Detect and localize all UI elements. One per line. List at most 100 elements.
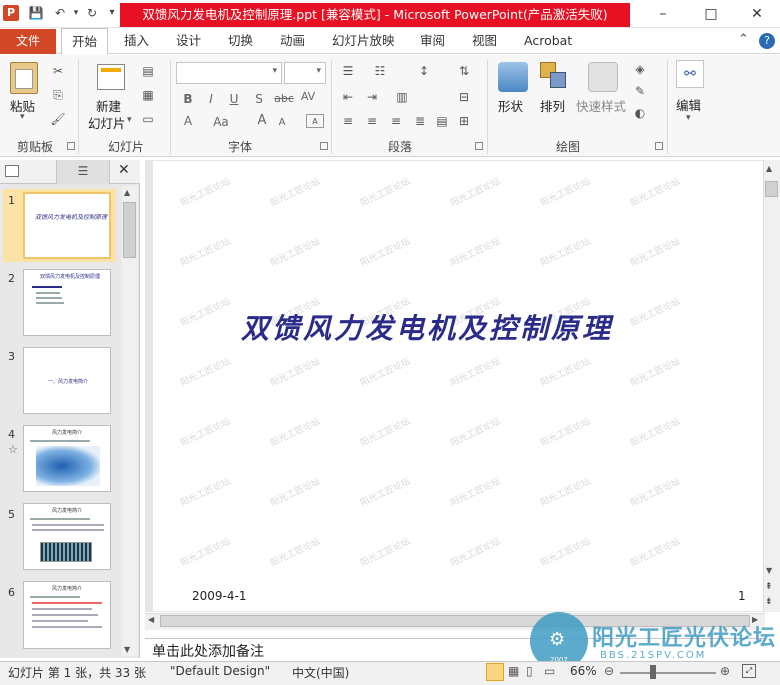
slide-thumbnail-4[interactable]: 风力发电简介 xyxy=(23,425,111,492)
reading-view-icon[interactable]: ▯ xyxy=(526,664,533,678)
scroll-down-icon[interactable]: ▼ xyxy=(124,645,130,654)
slide-thumbnail-2[interactable]: 双馈风力发电机及控制原理 xyxy=(23,269,111,336)
font-color-icon[interactable]: A xyxy=(180,114,196,128)
zoom-level[interactable]: 66% xyxy=(570,664,597,678)
undo-icon[interactable]: ↶ xyxy=(52,5,68,21)
editing-dropdown-icon[interactable]: ▾ xyxy=(686,113,691,123)
justify-icon[interactable]: ≣ xyxy=(412,114,428,128)
shape-outline-icon[interactable]: ✎ xyxy=(632,84,648,98)
tab-slideshow[interactable]: 幻灯片放映 xyxy=(322,28,405,54)
save-icon[interactable]: 💾 xyxy=(28,5,44,21)
bold-icon[interactable]: B xyxy=(180,92,196,106)
tab-transitions[interactable]: 切换 xyxy=(218,28,263,54)
bullets-icon[interactable]: ☰ xyxy=(340,64,356,78)
normal-view-icon[interactable] xyxy=(486,663,504,681)
paste-dropdown-icon[interactable]: ▾ xyxy=(20,112,25,122)
notes-placeholder[interactable]: 单击此处添加备注 xyxy=(152,641,264,661)
scroll-left-icon[interactable]: ◀ xyxy=(148,615,154,624)
shapes-icon[interactable] xyxy=(498,62,528,92)
customize-quick-access-icon[interactable]: ▾ xyxy=(104,5,120,21)
zoom-slider-handle[interactable] xyxy=(650,665,656,679)
tab-insert[interactable]: 插入 xyxy=(114,28,159,54)
tab-view[interactable]: 视图 xyxy=(462,28,507,54)
grow-font-icon[interactable]: A xyxy=(254,114,270,128)
slide-thumbnail-3[interactable]: 一、风力发电简介 xyxy=(23,347,111,414)
slide-thumbnail-6[interactable]: 风力发电简介 xyxy=(23,581,111,649)
convert-smartart-icon[interactable]: ⊞ xyxy=(456,114,472,128)
align-left-icon[interactable]: ≡ xyxy=(340,114,356,128)
paragraph-launcher-icon[interactable] xyxy=(475,142,483,150)
arrange-icon[interactable] xyxy=(540,62,568,90)
close-panel-icon[interactable]: ✕ xyxy=(118,162,130,178)
align-center-icon[interactable]: ≡ xyxy=(364,114,380,128)
underline-icon[interactable]: U xyxy=(226,92,242,106)
editing-button-label[interactable]: 编辑 xyxy=(676,95,701,114)
next-slide-icon[interactable]: ⇟ xyxy=(765,598,773,607)
drawing-launcher-icon[interactable] xyxy=(655,142,663,150)
strikethrough-icon[interactable]: abc xyxy=(272,92,296,106)
slide-title[interactable]: 双馈风力发电机及控制原理 xyxy=(241,307,613,347)
shrink-font-icon[interactable]: A xyxy=(274,116,290,130)
tab-review[interactable]: 审阅 xyxy=(410,28,455,54)
quick-styles-icon[interactable] xyxy=(588,62,618,92)
copy-icon[interactable]: ⎘ xyxy=(50,88,66,102)
tab-file[interactable]: 文件 xyxy=(0,29,56,54)
decrease-indent-icon[interactable]: ⇤ xyxy=(340,90,356,104)
slideshow-view-icon[interactable]: ▭ xyxy=(544,664,555,678)
text-shadow-icon[interactable]: S xyxy=(251,92,267,106)
new-slide-icon[interactable] xyxy=(97,64,125,90)
arrange-button-label[interactable]: 排列 xyxy=(540,96,565,115)
line-spacing-icon[interactable]: ↕ xyxy=(416,64,432,78)
collapse-ribbon-icon[interactable]: ⌃ xyxy=(738,32,749,47)
new-slide-dropdown-icon[interactable]: ▾ xyxy=(127,115,132,125)
scroll-up-icon[interactable]: ▲ xyxy=(766,164,772,173)
slide-vertical-scrollbar[interactable] xyxy=(763,160,780,612)
clipboard-launcher-icon[interactable] xyxy=(67,142,75,150)
previous-slide-icon[interactable]: ⇞ xyxy=(765,583,773,592)
numbering-icon[interactable]: ☷ xyxy=(372,64,388,78)
tab-acrobat[interactable]: Acrobat xyxy=(514,28,582,54)
zoom-slider-track[interactable] xyxy=(620,672,716,674)
fit-to-window-icon[interactable]: ⤢ xyxy=(742,664,756,678)
status-language[interactable]: 中文(中国) xyxy=(292,664,349,681)
find-binoculars-icon[interactable]: ⚯ xyxy=(676,60,704,88)
powerpoint-app-icon[interactable]: P xyxy=(3,5,19,21)
font-launcher-icon[interactable] xyxy=(320,142,328,150)
outline-tab-icon[interactable]: ☰ xyxy=(56,160,110,184)
tab-animations[interactable]: 动画 xyxy=(270,28,315,54)
scroll-up-icon[interactable]: ▲ xyxy=(124,188,130,197)
status-theme[interactable]: "Default Design" xyxy=(170,664,270,678)
slide-page-number[interactable]: 1 xyxy=(738,589,746,603)
text-direction-icon[interactable]: ⇅ xyxy=(456,64,472,78)
slide-thumbnail-5[interactable]: 风力发电简介 xyxy=(23,503,111,570)
shapes-button-label[interactable]: 形状 xyxy=(498,96,523,115)
character-spacing-icon[interactable]: AV xyxy=(298,90,318,104)
shape-effects-icon[interactable]: ◐ xyxy=(632,106,648,120)
maximize-button[interactable]: □ xyxy=(688,0,734,28)
tab-home[interactable]: 开始 xyxy=(61,28,109,55)
layout-icon[interactable]: ▤ xyxy=(140,64,156,78)
new-slide-label-2[interactable]: 幻灯片 xyxy=(88,113,126,132)
shape-fill-icon[interactable]: ◈ xyxy=(632,62,648,76)
slides-scroll-thumb[interactable] xyxy=(123,202,136,258)
slides-tab-icon[interactable] xyxy=(5,165,19,177)
tab-design[interactable]: 设计 xyxy=(166,28,211,54)
font-family-combo[interactable]: ▾ xyxy=(176,62,282,84)
reset-icon[interactable]: ▦ xyxy=(140,88,156,102)
zoom-out-icon[interactable]: ⊖ xyxy=(604,664,614,678)
quick-styles-button-label[interactable]: 快速样式 xyxy=(576,96,626,115)
minimize-button[interactable]: – xyxy=(640,0,686,28)
close-button[interactable]: ✕ xyxy=(734,0,780,28)
slide-scroll-thumb[interactable] xyxy=(765,181,778,197)
italic-icon[interactable]: I xyxy=(203,92,219,106)
scroll-down-icon[interactable]: ▼ xyxy=(766,566,772,575)
change-case-icon[interactable]: Aa xyxy=(210,115,232,129)
cut-icon[interactable]: ✂ xyxy=(50,64,66,78)
help-icon[interactable]: ? xyxy=(759,33,775,49)
columns-icon[interactable]: ▥ xyxy=(394,90,410,104)
section-icon[interactable]: ▭ xyxy=(140,112,156,126)
redo-icon[interactable]: ↻ xyxy=(84,5,100,21)
clear-formatting-icon[interactable]: A xyxy=(306,114,324,128)
zoom-in-icon[interactable]: ⊕ xyxy=(720,664,730,678)
align-text-icon[interactable]: ⊟ xyxy=(456,90,472,104)
